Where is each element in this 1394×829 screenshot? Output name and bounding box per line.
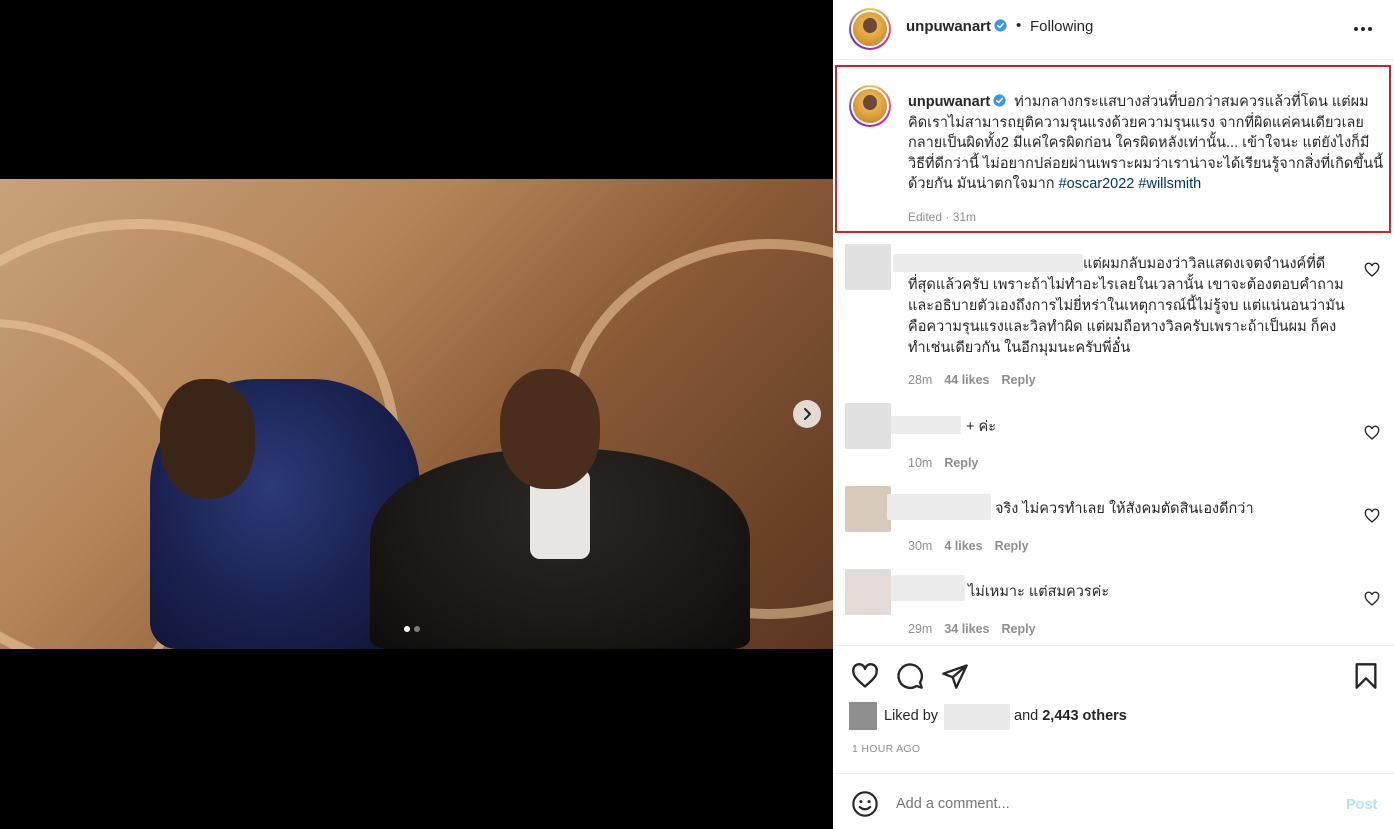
hashtag-link[interactable]: #oscar2022 [1059, 176, 1135, 192]
comment-time: 29m [908, 622, 933, 636]
likes-others[interactable]: and 2,443 others [1014, 708, 1127, 724]
add-comment-input[interactable] [896, 796, 1316, 812]
caption-author-avatar[interactable] [849, 85, 891, 127]
hashtag-link[interactable]: #willsmith [1138, 176, 1201, 192]
comment-text: แต่ผมกลับมองว่าวิลแสดงเจตจำนงค์ที่ดีที่ส… [908, 256, 1345, 356]
comment-time: 10m [908, 456, 933, 470]
carousel-next-button[interactable] [793, 400, 821, 428]
liker-username-redacted[interactable] [944, 704, 1010, 730]
commenter-username-redacted[interactable] [891, 575, 965, 601]
likes-and-text: and [1014, 708, 1039, 724]
likes-summary: Liked by and 2,443 others [833, 700, 1394, 734]
comment-meta: 10m Reply [908, 456, 978, 470]
comment-likes[interactable]: 44 likes [944, 373, 989, 387]
photo-head-right [500, 369, 600, 489]
comment-like-heart-icon[interactable] [1364, 508, 1380, 524]
caption-text: unpuwanart ท่ามกลางกระแสบางส่วนที่บอกว่า… [908, 92, 1386, 195]
commenter-username-redacted[interactable] [887, 494, 991, 520]
post-side-panel: unpuwanart • Following unpuwanart ท่ามกล… [833, 0, 1394, 829]
post-comment-button[interactable]: Post [1346, 797, 1377, 813]
commenter-avatar[interactable] [845, 403, 891, 449]
reply-button[interactable]: Reply [1002, 373, 1036, 387]
comment-meta: 29m 34 likes Reply [908, 622, 1036, 636]
paper-plane-icon[interactable] [941, 662, 969, 690]
post-photo[interactable] [0, 179, 833, 649]
bookmark-icon[interactable] [1352, 662, 1380, 690]
caption-highlight-box: unpuwanart ท่ามกลางกระแสบางส่วนที่บอกว่า… [835, 65, 1391, 233]
comment-time: 30m [908, 539, 933, 553]
comment-text: จริง ไม่ควรทำเลย ให้สังคมตัดสินเองดีกว่า [995, 501, 1254, 517]
author-username[interactable]: unpuwanart [906, 18, 1007, 35]
post-header: unpuwanart • Following [833, 0, 1394, 60]
reply-button[interactable]: Reply [944, 456, 978, 470]
caption-edited-time: Edited · 31m [908, 210, 977, 224]
post-action-bar [833, 645, 1394, 707]
comment-meta: 28m 44 likes Reply [908, 373, 1036, 387]
post-media-viewer [0, 0, 833, 829]
add-comment-bar: Post [833, 773, 1394, 829]
verified-badge-icon [993, 94, 1006, 107]
commenter-avatar[interactable] [845, 486, 891, 532]
comment-time: 28m [908, 373, 933, 387]
commenter-username-redacted[interactable] [891, 416, 961, 434]
carousel-dots [404, 626, 420, 632]
header-separator: • [1016, 17, 1022, 34]
comment-likes[interactable]: 4 likes [944, 539, 982, 553]
emoji-smile-icon[interactable] [851, 790, 879, 818]
carousel-dot [414, 626, 420, 632]
verified-badge-icon [994, 19, 1007, 32]
more-options-icon[interactable] [1350, 18, 1376, 40]
chevron-right-icon [804, 408, 811, 420]
reply-button[interactable]: Reply [1002, 622, 1036, 636]
comment-like-heart-icon[interactable] [1364, 591, 1380, 607]
commenter-avatar[interactable] [845, 569, 891, 615]
carousel-dot-active [404, 626, 410, 632]
comment-like-heart-icon[interactable] [1364, 262, 1380, 278]
comment-meta: 30m 4 likes Reply [908, 539, 1029, 553]
commenter-avatar[interactable] [845, 244, 891, 290]
liked-by-label: Liked by [884, 708, 939, 724]
photo-head-left [160, 379, 255, 499]
comment-bubble-icon[interactable] [896, 662, 924, 690]
liker-avatar[interactable] [849, 702, 877, 730]
reply-button[interactable]: Reply [995, 539, 1029, 553]
likes-others-count[interactable]: 2,443 others [1042, 708, 1127, 724]
comment-text: ไม่เหมาะ แต่สมควรค่ะ [968, 584, 1110, 600]
caption-username[interactable]: unpuwanart [908, 94, 1006, 110]
author-avatar[interactable] [849, 8, 891, 50]
post-timestamp: 1 HOUR AGO [852, 743, 921, 755]
comment-like-heart-icon[interactable] [1364, 425, 1380, 441]
following-button[interactable]: Following [1030, 18, 1093, 35]
comment-text: + ค่ะ [966, 419, 996, 435]
heart-icon[interactable] [851, 662, 879, 690]
comment-likes[interactable]: 34 likes [944, 622, 989, 636]
